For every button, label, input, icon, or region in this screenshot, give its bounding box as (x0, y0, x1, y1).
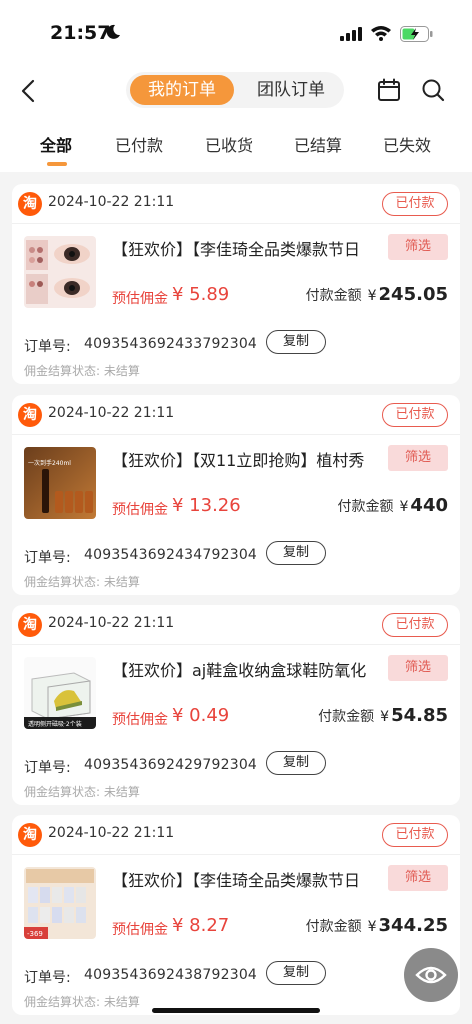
copy-button[interactable]: 复制 (266, 961, 326, 985)
product-title[interactable]: 【狂欢价】【李佳琦全品类爆款节日 (112, 867, 374, 891)
copy-button[interactable]: 复制 (266, 541, 326, 565)
skincare-thumbnail-text: -369 (27, 930, 43, 938)
product-title[interactable]: 【狂欢价】【李佳琦全品类爆款节日 (112, 236, 374, 260)
nav-bar: 我的订单 团队订单 (0, 60, 472, 124)
filter-button[interactable]: 筛选 (388, 234, 448, 260)
eye-icon (415, 966, 447, 984)
order-number: 4093543692434792304 (84, 547, 258, 563)
status-badge: 已付款 (382, 403, 448, 427)
taobao-logo-icon: 淘 (18, 192, 42, 216)
status-bar: 21:57 (0, 0, 472, 60)
order-no-label: 订单号: (24, 760, 71, 776)
tab-indicator (47, 162, 67, 166)
order-number: 4093543692438792304 (84, 967, 258, 983)
order-card-header: 淘 2024-10-22 21:11 已付款 (12, 184, 460, 224)
product-thumbnail-eyeshadow[interactable] (24, 236, 96, 308)
search-icon[interactable] (421, 78, 445, 102)
copy-button[interactable]: 复制 (266, 751, 326, 775)
commission-value: ¥ 0.49 (172, 705, 230, 726)
order-date: 2024-10-22 21:11 (48, 615, 175, 631)
home-indicator (152, 1008, 320, 1013)
product-title[interactable]: 【狂欢价】aj鞋盒收纳盒球鞋防氧化 (112, 657, 374, 681)
order-card-header: 淘 2024-10-22 21:11 已付款 (12, 815, 460, 855)
order-no-label: 订单号: (24, 970, 71, 986)
order-no-label: 订单号: (24, 339, 71, 355)
status-filter-tabs: 全部 已付款 已收货 已结算 已失效 (0, 124, 472, 172)
taobao-logo-icon: 淘 (18, 613, 42, 637)
currency-symbol: ¥ (367, 919, 377, 935)
settle-status: 佣金结算状态: 未结算 (24, 575, 140, 589)
filter-button[interactable]: 筛选 (388, 865, 448, 891)
currency-symbol: ¥ (399, 499, 409, 515)
commission-label: 预估佣金 (112, 922, 168, 938)
product-thumbnail-shoebox[interactable]: 透明侧开磁吸·2个装 (24, 657, 96, 729)
status-badge: 已付款 (382, 823, 448, 847)
status-badge: 已付款 (382, 613, 448, 637)
currency-symbol: ¥ (380, 709, 390, 725)
filter-button[interactable]: 筛选 (388, 445, 448, 471)
product-thumbnail-skincare[interactable]: -369 (24, 867, 96, 939)
calendar-icon[interactable] (377, 78, 401, 102)
order-number: 4093543692429792304 (84, 757, 258, 773)
order-date: 2024-10-22 21:11 (48, 194, 175, 210)
order-type-switch: 我的订单 团队订单 (126, 72, 344, 108)
settle-status: 佣金结算状态: 未结算 (24, 995, 140, 1009)
order-number: 4093543692433792304 (84, 336, 258, 352)
status-time: 21:57 (50, 22, 111, 44)
payment-value: 344.25 (378, 915, 448, 936)
taobao-logo-icon: 淘 (18, 403, 42, 427)
commission-label: 预估佣金 (112, 502, 168, 518)
battery-charging-icon (400, 26, 433, 42)
taobao-logo-icon: 淘 (18, 823, 42, 847)
commission-value: ¥ 13.26 (172, 495, 241, 516)
currency-symbol: ¥ (367, 288, 377, 304)
payment-label: 付款金额 (305, 288, 362, 304)
commission-value: ¥ 8.27 (172, 915, 230, 936)
filter-button[interactable]: 筛选 (388, 655, 448, 681)
product-thumbnail-serum[interactable]: 一次到手240ml (24, 447, 96, 519)
moon-icon (106, 24, 120, 39)
tab-received[interactable]: 已收货 (205, 132, 253, 156)
order-card-header: 淘 2024-10-22 21:11 已付款 (12, 395, 460, 435)
order-card[interactable]: 淘 2024-10-22 21:11 已付款 透明侧开磁吸·2个装 【狂欢价】a… (12, 605, 460, 805)
commission-value: ¥ 5.89 (172, 284, 230, 305)
payment-amount: 付款金额 ¥440 (338, 495, 449, 516)
serum-thumbnail-text: 一次到手240ml (28, 459, 71, 467)
signal-icon (340, 27, 362, 41)
order-card-header: 淘 2024-10-22 21:11 已付款 (12, 605, 460, 645)
payment-value: 440 (410, 495, 448, 516)
settle-status: 佣金结算状态: 未结算 (24, 785, 140, 799)
payment-amount: 付款金额 ¥344.25 (306, 915, 448, 936)
payment-amount: 付款金额 ¥245.05 (306, 284, 448, 305)
payment-label: 付款金额 (318, 709, 375, 725)
order-date: 2024-10-22 21:11 (48, 825, 175, 841)
order-no-label: 订单号: (24, 550, 71, 566)
copy-button[interactable]: 复制 (266, 330, 326, 354)
tab-paid[interactable]: 已付款 (115, 132, 163, 156)
tab-team-orders[interactable]: 团队订单 (238, 72, 344, 108)
payment-label: 付款金额 (337, 499, 394, 515)
order-card[interactable]: 淘 2024-10-22 21:11 已付款 一次到手240ml 【狂欢价】【双… (12, 395, 460, 595)
status-badge: 已付款 (382, 192, 448, 216)
order-card[interactable]: 淘 2024-10-22 21:11 已付款 -369 【狂欢价】【李佳琦全品类… (12, 815, 460, 1015)
payment-label: 付款金额 (305, 919, 362, 935)
payment-value: 245.05 (378, 284, 448, 305)
tab-invalid[interactable]: 已失效 (383, 132, 431, 156)
payment-amount: 付款金额 ¥54.85 (318, 705, 448, 726)
order-card[interactable]: 淘 2024-10-22 21:11 已付款 【狂欢价】【李佳琦全品类爆款节日 … (12, 184, 460, 384)
eye-toggle-button[interactable] (404, 948, 458, 1002)
order-date: 2024-10-22 21:11 (48, 405, 175, 421)
tab-my-orders[interactable]: 我的订单 (130, 75, 234, 105)
settle-status: 佣金结算状态: 未结算 (24, 364, 140, 378)
tab-settled[interactable]: 已结算 (294, 132, 342, 156)
shoebox-thumbnail-text: 透明侧开磁吸·2个装 (28, 720, 82, 728)
product-title[interactable]: 【狂欢价】【双11立即抢购】植村秀 (112, 447, 374, 471)
commission-label: 预估佣金 (112, 291, 168, 307)
payment-value: 54.85 (391, 705, 448, 726)
wifi-icon (371, 26, 391, 41)
tab-all[interactable]: 全部 (40, 132, 72, 156)
back-icon[interactable] (18, 78, 40, 104)
commission-label: 预估佣金 (112, 712, 168, 728)
